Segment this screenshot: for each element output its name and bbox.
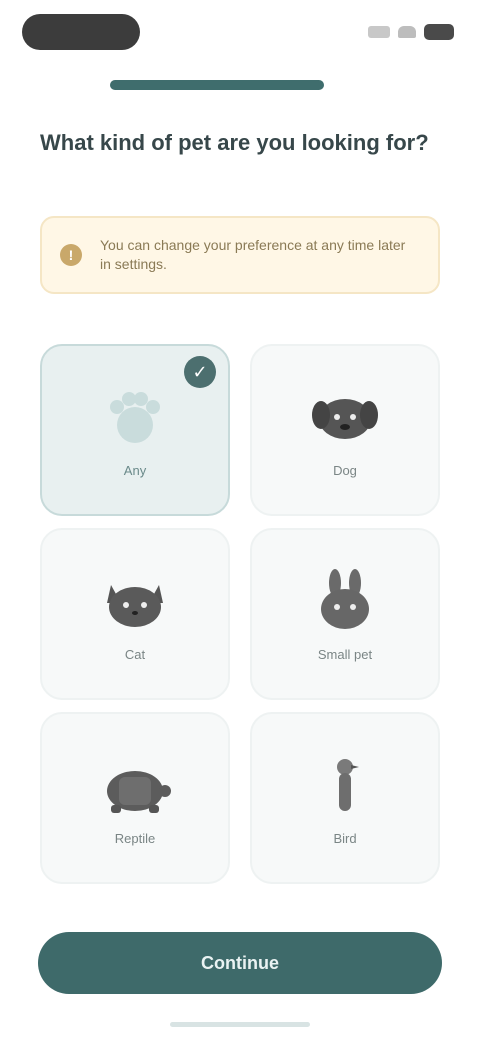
info-icon: ! <box>60 244 82 266</box>
page-title: What kind of pet are you looking for? <box>40 130 429 155</box>
option-label: Dog <box>333 462 357 478</box>
paw-icon <box>110 391 160 443</box>
check-icon: ✓ <box>184 356 216 388</box>
option-card-any[interactable]: ✓ Any <box>40 344 230 516</box>
option-label: Small pet <box>317 646 373 662</box>
bird-icon <box>337 758 359 811</box>
option-card-cat[interactable]: Cat <box>40 528 230 700</box>
signal-icon <box>368 26 390 38</box>
cat-icon <box>107 584 163 627</box>
battery-icon <box>424 24 454 40</box>
continue-button[interactable]: Continue <box>38 932 442 994</box>
home-indicator <box>170 1022 310 1027</box>
info-banner-text: You can change your preference at any ti… <box>100 237 406 272</box>
option-card-dog[interactable]: Dog <box>250 344 440 516</box>
option-label: Bird <box>333 830 357 846</box>
wifi-icon <box>398 26 416 38</box>
dog-icon <box>312 398 378 439</box>
progress-fill <box>110 80 324 90</box>
rabbit-icon <box>321 568 369 629</box>
progress-bar <box>110 80 324 90</box>
option-label: Cat <box>124 646 146 662</box>
option-label: Any <box>123 462 147 478</box>
time-pill <box>22 14 140 50</box>
status-icons <box>368 24 454 40</box>
pet-type-grid: ✓ Any Dog Cat Small pet Reptile Bird <box>40 344 440 884</box>
option-label: Reptile <box>114 830 156 846</box>
option-card-small-pet[interactable]: Small pet <box>250 528 440 700</box>
status-bar <box>0 0 480 64</box>
option-card-reptile[interactable]: Reptile <box>40 712 230 884</box>
info-banner: ! You can change your preference at any … <box>40 216 440 294</box>
option-card-bird[interactable]: Bird <box>250 712 440 884</box>
turtle-icon <box>107 770 171 813</box>
